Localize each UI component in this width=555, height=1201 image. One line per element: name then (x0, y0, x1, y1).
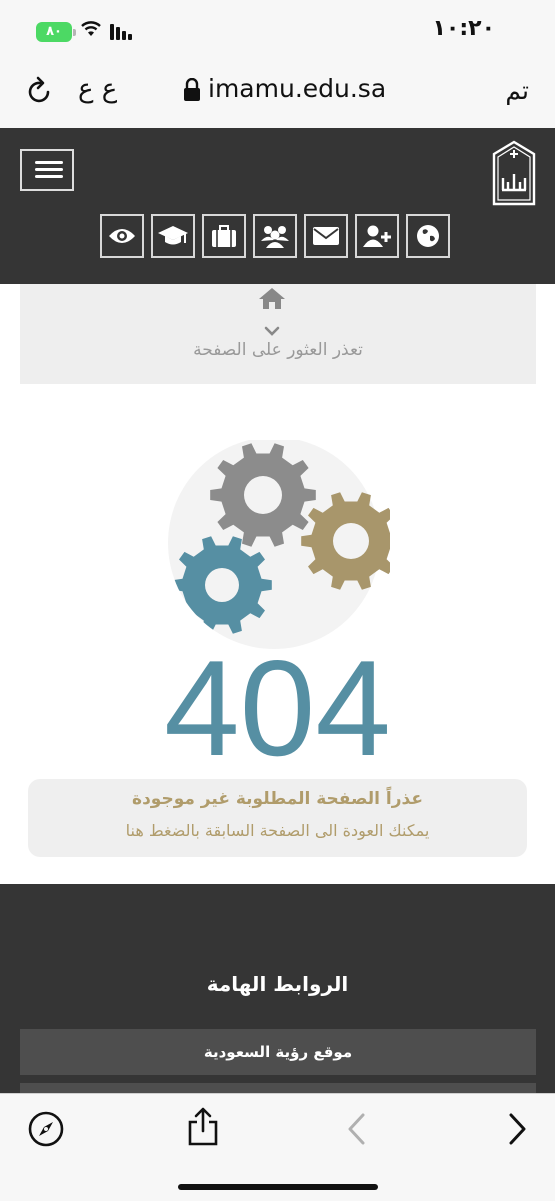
home-indicator (178, 1184, 378, 1190)
graduation-cap-icon[interactable] (151, 214, 195, 258)
breadcrumb: تعذر العثور على الصفحة (20, 284, 536, 384)
text-size-button[interactable]: ع ع (78, 74, 117, 104)
clock: ١٠:٢٠ (432, 16, 495, 41)
address-bar: ع ع imamu.edu.sa تم (0, 56, 555, 128)
cellular-signal-icon (110, 24, 132, 40)
footer: الروابط الهامة موقع رؤية السعودية (0, 884, 555, 1103)
home-icon[interactable] (258, 286, 286, 310)
users-icon[interactable] (253, 214, 297, 258)
gears-illustration (168, 440, 390, 649)
chevron-down-icon (264, 326, 280, 336)
error-code: 404 (164, 632, 391, 784)
hamburger-menu-button[interactable] (20, 149, 74, 191)
globe-icon[interactable] (406, 214, 450, 258)
footer-heading: الروابط الهامة (206, 972, 349, 996)
url-field[interactable]: imamu.edu.sa (208, 74, 386, 103)
breadcrumb-current-page: تعذر العثور على الصفحة (193, 340, 363, 360)
status-bar: ٨٠ ١٠:٢٠ (0, 0, 555, 56)
university-logo[interactable] (491, 140, 537, 206)
error-title: عذراً الصفحة المطلوبة غير موجودة (132, 789, 423, 809)
briefcase-icon[interactable] (202, 214, 246, 258)
quick-links-bar (100, 214, 450, 258)
eye-icon[interactable] (100, 214, 144, 258)
footer-link-saudi-vision[interactable]: موقع رؤية السعودية (20, 1029, 536, 1075)
forward-arrow-icon[interactable] (505, 1112, 529, 1146)
battery-indicator: ٨٠ (36, 22, 76, 42)
browser-toolbar (0, 1093, 555, 1201)
wifi-icon (81, 21, 101, 36)
back-arrow-icon[interactable] (345, 1112, 369, 1146)
lock-icon (184, 78, 200, 101)
error-message-box[interactable]: عذراً الصفحة المطلوبة غير موجودة يمكنك ا… (28, 779, 527, 857)
add-user-icon[interactable] (355, 214, 399, 258)
site-header (0, 128, 555, 284)
share-icon[interactable] (186, 1106, 220, 1146)
compass-icon[interactable] (27, 1110, 65, 1148)
envelope-icon[interactable] (304, 214, 348, 258)
reload-icon[interactable] (26, 76, 54, 106)
done-button[interactable]: تم (505, 76, 529, 105)
go-back-link[interactable]: يمكنك العودة الى الصفحة السابقة بالضغط ه… (28, 821, 527, 840)
